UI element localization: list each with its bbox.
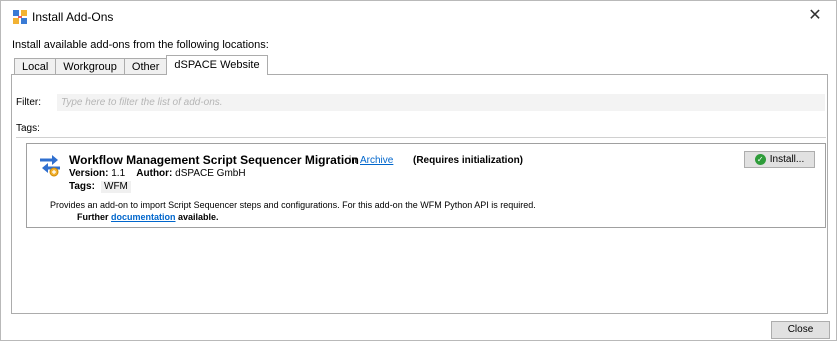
tab-local[interactable]: Local [14, 58, 57, 75]
install-label: Install... [769, 154, 805, 165]
addon-in-text: in [349, 155, 357, 166]
addon-item[interactable]: Workflow Management Script Sequencer Mig… [26, 143, 826, 228]
version-label: Version: [69, 168, 109, 179]
further-prefix: Further [77, 212, 109, 222]
author-value: dSPACE GmbH [175, 168, 246, 179]
tags-label: Tags: [16, 123, 40, 134]
filter-input[interactable]: Type here to filter the list of add-ons. [57, 94, 825, 111]
tab-other[interactable]: Other [123, 58, 168, 75]
close-icon[interactable]: ✕ [806, 7, 824, 25]
intro-text: Install available add-ons from the follo… [12, 39, 269, 51]
filter-label: Filter: [16, 97, 41, 108]
check-icon: ✓ [754, 154, 766, 165]
tab-dspace-website[interactable]: dSPACE Website [166, 55, 268, 75]
further-suffix: available. [178, 212, 219, 222]
addon-description: Provides an add-on to import Script Sequ… [50, 200, 536, 210]
addon-meta: Version: 1.1 Author: dSPACE GmbH [69, 168, 246, 179]
tab-workgroup[interactable]: Workgroup [55, 58, 125, 75]
window-title: Install Add-Ons [32, 10, 114, 24]
archive-link[interactable]: Archive [360, 155, 393, 166]
install-addons-window: Install Add-Ons ✕ Install available add-… [0, 0, 837, 341]
addon-name: Workflow Management Script Sequencer Mig… [69, 153, 359, 167]
author-label: Author: [136, 168, 173, 179]
documentation-link[interactable]: documentation [111, 212, 176, 222]
location-tabs: Local Workgroup Other dSPACE Website [14, 55, 268, 75]
addon-tags-label: Tags: [69, 181, 95, 192]
requires-initialization-text: (Requires initialization) [413, 155, 524, 166]
install-button[interactable]: ✓ Install... [744, 151, 815, 168]
title-bar: Install Add-Ons ✕ [1, 1, 836, 32]
tag-chip[interactable]: WFM [101, 181, 131, 193]
close-button[interactable]: Close [771, 321, 830, 339]
further-documentation: Further documentation available. [77, 212, 219, 222]
addons-app-icon [13, 10, 27, 24]
migration-arrows-icon [40, 155, 60, 177]
version-value: 1.1 [111, 168, 126, 179]
